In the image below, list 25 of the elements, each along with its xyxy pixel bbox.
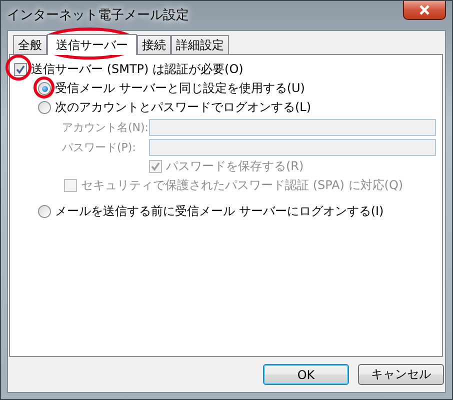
radio-button[interactable] [38,82,51,95]
checkbox[interactable] [14,63,27,76]
checkbox-label: 送信サーバー (SMTP) は認証が必要(O) [31,61,244,78]
cancel-button[interactable]: キャンセル [358,364,444,385]
close-button[interactable] [403,1,446,20]
close-icon [419,5,430,15]
tab[interactable]: 全般 [13,35,47,54]
annotation-ellipse [5,54,32,81]
checkbox-label: パスワードを保存する(R) [166,158,304,175]
radio-label: 受信メール サーバーと同じ設定を使用する(U) [55,80,305,97]
field-label: アカウント名(N): [62,120,149,134]
radio-label: 次のアカウントとパスワードでログオンする(L) [55,99,312,116]
tab[interactable]: 接続 [137,35,171,54]
tab[interactable]: 送信サーバー [47,34,137,55]
annotation-ellipse [33,76,55,99]
check-icon [151,162,160,171]
field-label: パスワード(P): [62,140,137,154]
radio-label: メールを送信する前に受信メール サーバーにログオンする(I) [55,203,384,220]
check-icon [16,65,25,74]
checkbox-label: セキュリティで保護されたパスワード認証 (SPA) に対応(Q) [81,177,404,194]
radio-button[interactable] [38,101,51,114]
tab[interactable]: 詳細設定 [171,35,229,54]
window-title: インターネット電子メール設定 [7,7,189,24]
ok-button[interactable]: OK [263,364,349,385]
radio-button[interactable] [38,205,51,218]
